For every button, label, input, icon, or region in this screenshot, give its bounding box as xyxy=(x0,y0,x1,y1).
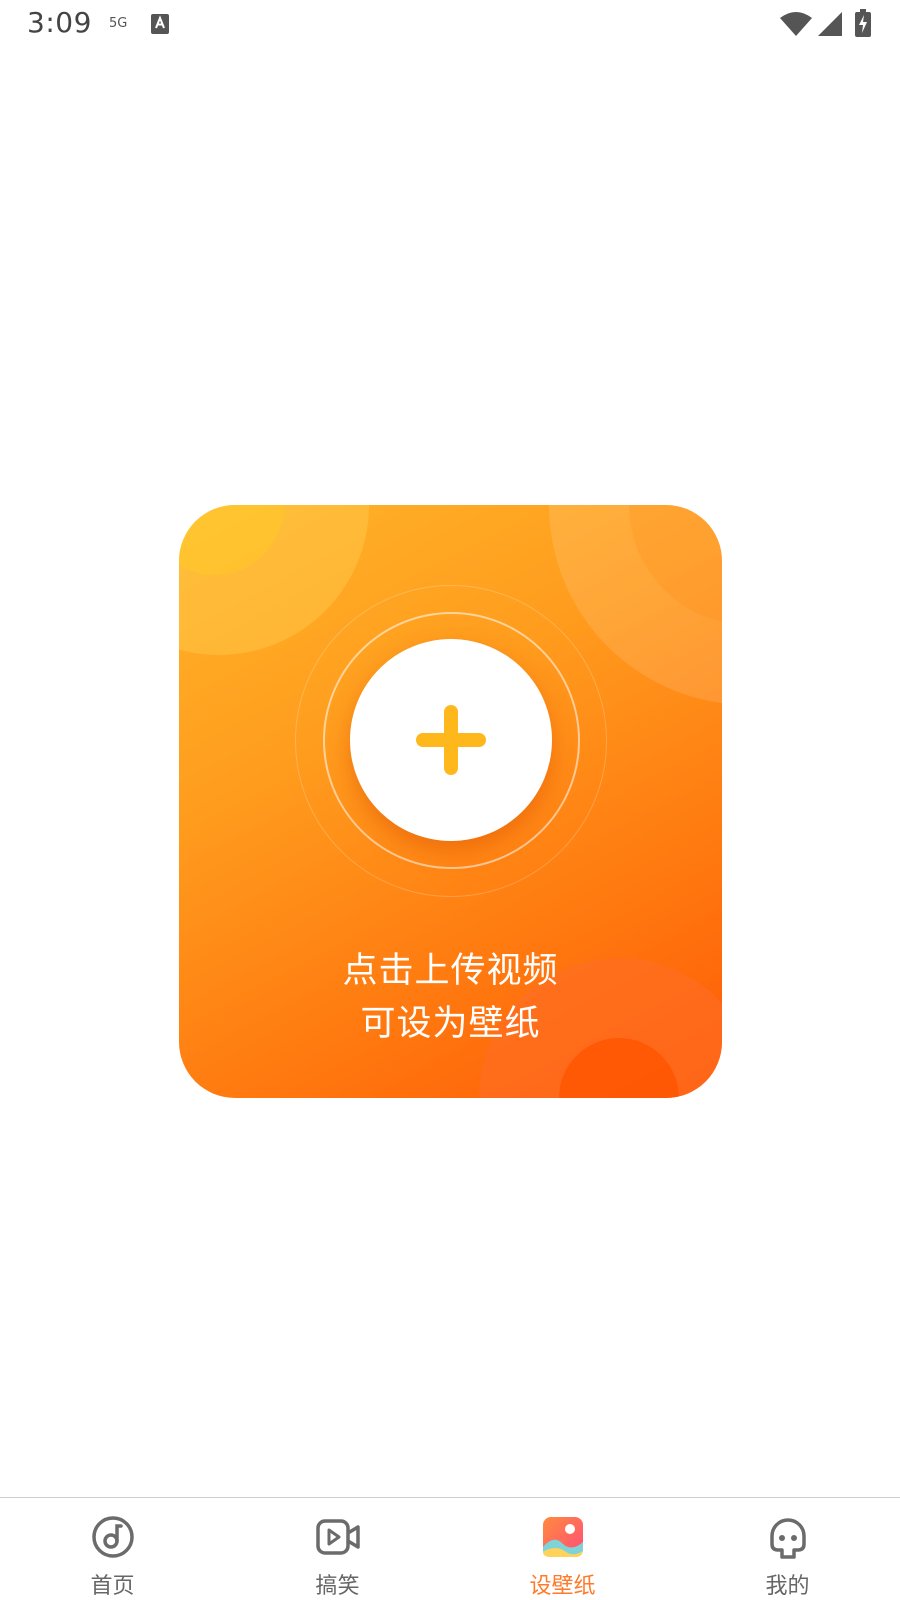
nav-item-mine[interactable]: 我的 xyxy=(675,1498,900,1600)
nav-label-mine: 我的 xyxy=(765,1574,810,1599)
music-disc-icon xyxy=(92,1516,134,1558)
signal-icon xyxy=(818,12,842,36)
status-bar: 3:09 5G xyxy=(0,0,900,50)
nav-item-home[interactable]: 首页 xyxy=(0,1498,225,1600)
bottom-nav: 首页 搞笑 设壁纸 我的 xyxy=(0,1497,900,1600)
wifi-icon xyxy=(780,12,812,36)
status-time: 3:09 xyxy=(27,6,92,39)
upload-hint-line1: 点击上传视频 xyxy=(342,951,559,991)
nav-label-home: 首页 xyxy=(90,1574,135,1599)
nav-item-wallpaper[interactable]: 设壁纸 xyxy=(450,1498,675,1600)
battery-charging-icon xyxy=(855,9,871,37)
nav-label-wallpaper: 设壁纸 xyxy=(529,1574,596,1599)
video-camera-icon xyxy=(316,1519,360,1555)
plus-icon xyxy=(416,705,486,775)
add-video-button[interactable] xyxy=(350,639,552,841)
nav-label-funny: 搞笑 xyxy=(315,1574,360,1599)
profile-ghost-icon xyxy=(770,1518,806,1559)
upload-hint-line2: 可设为壁纸 xyxy=(360,1004,541,1044)
upload-video-card[interactable]: 点击上传视频 可设为壁纸 xyxy=(179,505,722,1098)
network-type: 5G xyxy=(109,16,128,31)
nav-item-funny[interactable]: 搞笑 xyxy=(225,1498,450,1600)
wallpaper-image-icon xyxy=(543,1517,583,1557)
screen: 3:09 5G 点击上传视频 可设为壁纸 首页 搞笑 设壁纸 我的 xyxy=(0,0,900,1600)
a-notification-icon xyxy=(151,14,169,34)
